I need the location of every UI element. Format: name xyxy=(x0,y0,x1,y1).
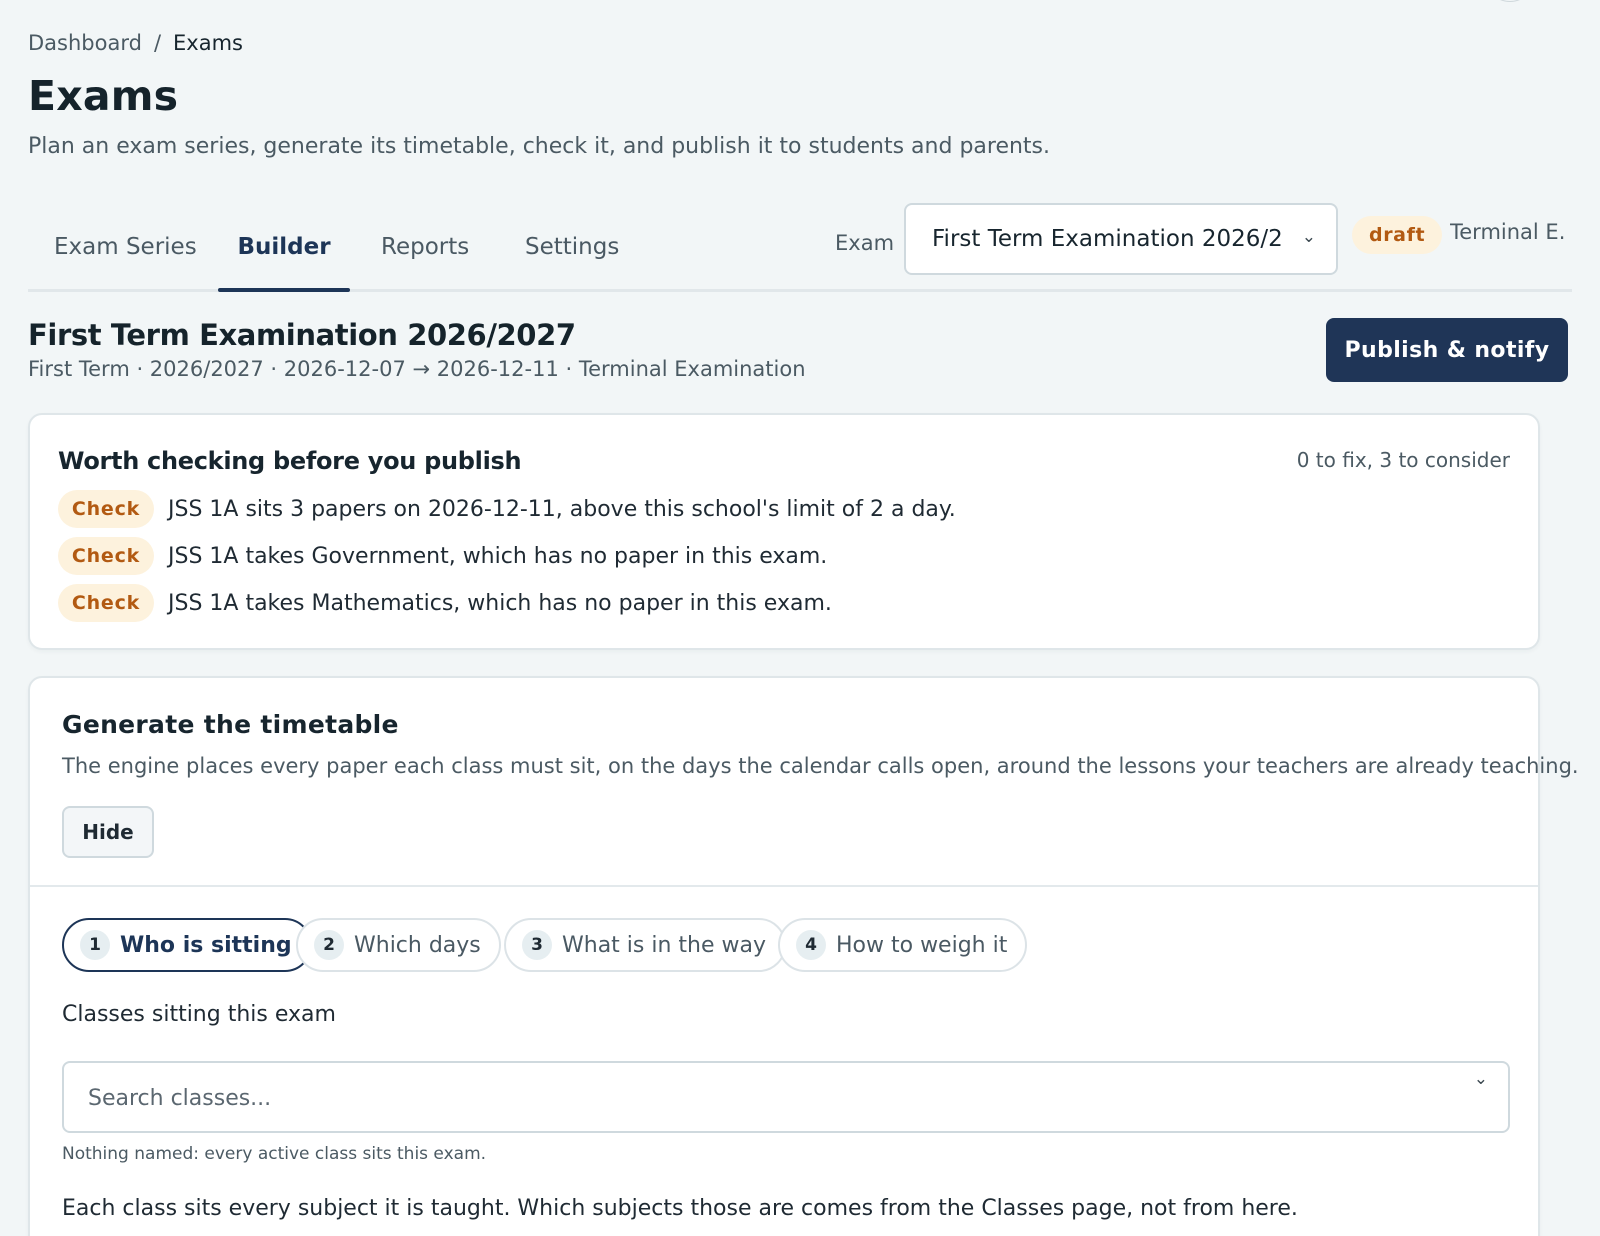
divider xyxy=(30,885,1538,887)
check-badge: Check xyxy=(58,537,154,575)
classes-hint: Nothing named: every active class sits t… xyxy=(62,1144,487,1164)
breadcrumb-separator: / xyxy=(153,31,162,55)
series-title: First Term Examination 2026/2027 xyxy=(28,318,576,352)
classes-note: Each class sits every subject it is taug… xyxy=(62,1196,1298,1221)
check-message: JSS 1A sits 3 papers on 2026-12-11, abov… xyxy=(168,496,956,522)
breadcrumb-current: Exams xyxy=(173,31,243,55)
check-message: JSS 1A takes Mathematics, which has no p… xyxy=(168,590,832,616)
step-number: 4 xyxy=(796,930,826,960)
exam-selector-label: Exam xyxy=(835,231,895,255)
step-label: Which days xyxy=(354,932,481,958)
tab-bar: Exam Series Builder Reports Settings Exa… xyxy=(28,203,1572,292)
status-badge: draft xyxy=(1352,216,1443,254)
chevron-down-icon[interactable]: ⌄ xyxy=(1474,1069,1488,1089)
tab-builder[interactable]: Builder xyxy=(218,234,350,292)
step-label: How to weigh it xyxy=(836,932,1008,958)
breadcrumb: Dashboard / Exams xyxy=(28,31,243,55)
avatar[interactable] xyxy=(1484,0,1536,2)
chevron-down-icon: ⌄ xyxy=(1301,227,1316,247)
page-title: Exams xyxy=(28,72,179,120)
check-message: JSS 1A takes Government, which has no pa… xyxy=(168,543,828,569)
publish-notify-button[interactable]: Publish & notify xyxy=(1326,318,1568,382)
check-badge: Check xyxy=(58,490,154,528)
tab-exam-series[interactable]: Exam Series xyxy=(54,234,197,286)
step-which-days[interactable]: 2 Which days xyxy=(296,918,501,972)
generate-timetable-card: Generate the timetable The engine places… xyxy=(28,676,1579,1236)
hide-button[interactable]: Hide xyxy=(62,806,154,858)
step-number: 2 xyxy=(314,930,344,960)
tab-settings[interactable]: Settings xyxy=(525,234,619,286)
exam-type-label: Terminal E... xyxy=(1450,220,1566,244)
checks-summary: 0 to fix, 3 to consider xyxy=(1296,448,1510,472)
exam-select[interactable]: First Term Examination 2026/2 ⌄ xyxy=(904,203,1338,275)
check-item: Check JSS 1A takes Government, which has… xyxy=(58,537,827,575)
tab-reports[interactable]: Reports xyxy=(381,234,469,286)
step-how-to-weigh-it[interactable]: 4 How to weigh it xyxy=(778,918,1028,972)
step-who-is-sitting[interactable]: 1 Who is sitting xyxy=(62,918,312,972)
series-meta: First Term · 2026/2027 · 2026-12-07 → 20… xyxy=(28,357,806,381)
check-item: Check JSS 1A sits 3 papers on 2026-12-11… xyxy=(58,490,956,528)
exam-select-value: First Term Examination 2026/2 xyxy=(932,226,1283,252)
step-number: 1 xyxy=(80,930,110,960)
pre-publish-checks-card: Worth checking before you publish 0 to f… xyxy=(28,413,1540,650)
step-label: Who is sitting xyxy=(120,932,292,958)
breadcrumb-dashboard-link[interactable]: Dashboard xyxy=(28,31,142,55)
generator-title: Generate the timetable xyxy=(62,710,399,739)
step-number: 3 xyxy=(522,930,552,960)
classes-field-label: Classes sitting this exam xyxy=(62,1002,336,1027)
checks-title: Worth checking before you publish xyxy=(58,447,522,475)
check-badge: Check xyxy=(58,584,154,622)
page-subtitle: Plan an exam series, generate its timeta… xyxy=(28,134,1051,159)
step-what-is-in-the-way[interactable]: 3 What is in the way xyxy=(504,918,787,972)
generator-description: The engine places every paper each class… xyxy=(62,754,1579,778)
check-item: Check JSS 1A takes Mathematics, which ha… xyxy=(58,584,832,622)
search-input[interactable] xyxy=(88,1081,1448,1115)
class-search-combobox[interactable]: ⌄ xyxy=(62,1061,1510,1133)
step-label: What is in the way xyxy=(562,932,767,958)
